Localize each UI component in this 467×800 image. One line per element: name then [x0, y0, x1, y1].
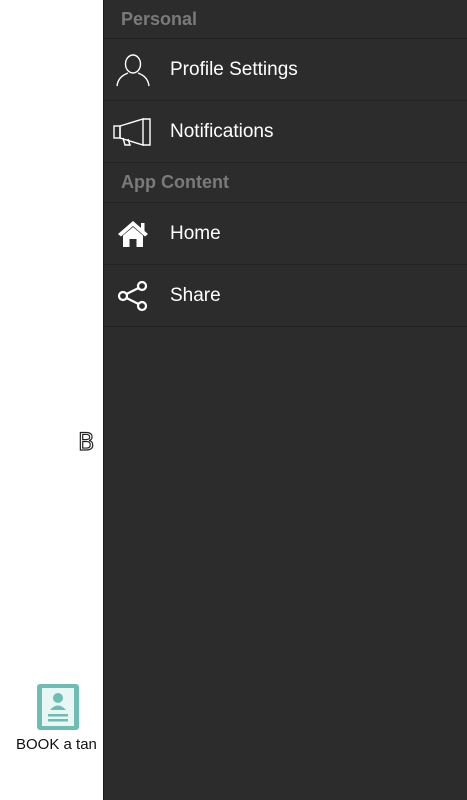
background-app-content: B BOOK a tan — [0, 0, 104, 800]
user-outline-icon — [104, 53, 162, 87]
partial-letter: B — [77, 427, 95, 456]
menu-item-profile-settings[interactable]: Profile Settings — [104, 39, 467, 101]
megaphone-icon — [104, 117, 162, 147]
book-a-tan-label[interactable]: BOOK a tan — [16, 736, 104, 753]
menu-item-home[interactable]: Home — [104, 203, 467, 265]
home-icon — [104, 220, 162, 248]
book-icon[interactable] — [36, 683, 80, 731]
menu-item-label: Home — [170, 222, 221, 244]
menu-item-notifications[interactable]: Notifications — [104, 101, 467, 163]
share-icon — [104, 280, 162, 312]
menu-item-label: Share — [170, 284, 221, 306]
menu-item-label: Profile Settings — [170, 58, 298, 80]
menu-item-share[interactable]: Share — [104, 265, 467, 327]
section-header-app-content: App Content — [104, 163, 467, 203]
menu-item-label: Notifications — [170, 120, 274, 142]
section-header-personal: Personal — [104, 0, 467, 39]
navigation-drawer: Personal Profile Settings Notifications … — [103, 0, 467, 800]
